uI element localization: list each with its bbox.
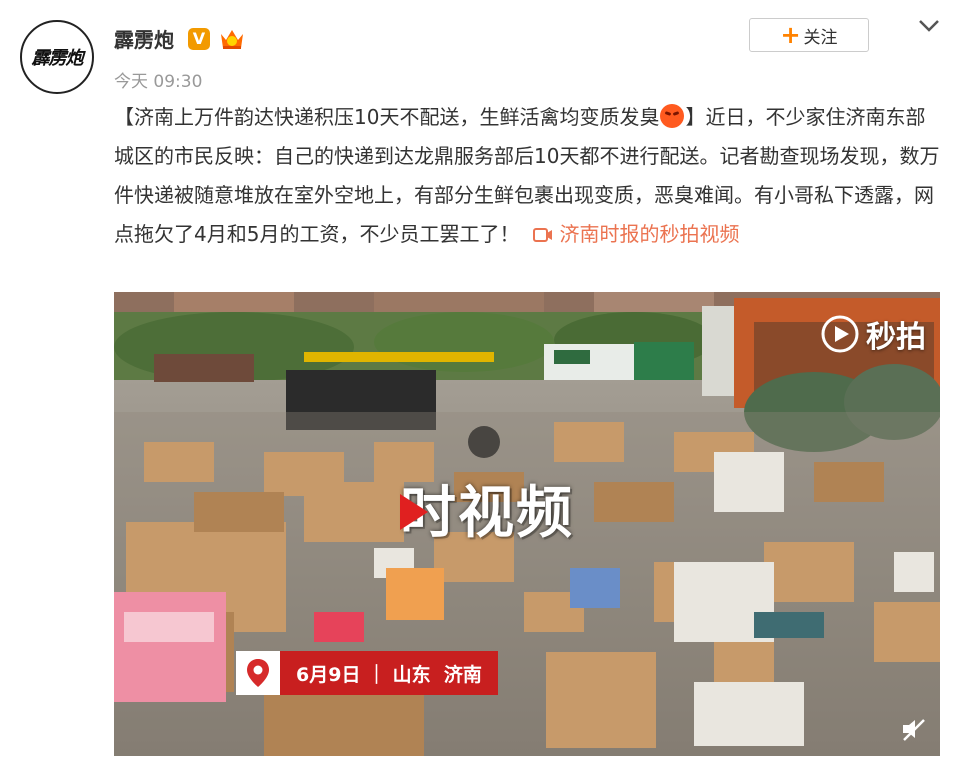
video-link-label: 济南时报的秒拍视频: [559, 222, 740, 246]
emoji-angry-icon: [660, 104, 685, 128]
camera-icon: [821, 315, 859, 353]
video-player[interactable]: 秒拍 时视频 6月9日 ｜ 山东 济南: [114, 292, 940, 756]
avatar[interactable]: 霹雳炮: [20, 20, 94, 94]
avatar-text: 霹雳炮: [31, 48, 84, 69]
location-pin-icon: [236, 651, 280, 695]
location-bar: 6月9日 ｜ 山东 济南: [236, 651, 498, 695]
post-text: 【济南上万件韵达快递积压10天不配送，生鲜活禽均变质发臭 】近日，不少家住济南东部…: [114, 98, 940, 254]
miaopai-label: 秒拍: [866, 320, 926, 355]
post-timestamp[interactable]: 今天 09:30: [114, 67, 202, 92]
post-text-part1: 【济南上万件韵达快递积压10天不配送，生鲜活禽均变质发臭: [114, 105, 660, 129]
miaopai-watermark: 秒拍: [820, 312, 926, 356]
mute-icon[interactable]: [900, 716, 926, 742]
video-link[interactable]: 济南时报的秒拍视频: [533, 222, 739, 246]
video-icon: [533, 228, 553, 242]
follow-button[interactable]: + 关注: [749, 18, 869, 52]
chevron-down-icon[interactable]: [917, 16, 941, 36]
member-icon: [221, 30, 243, 49]
plus-icon: +: [780, 21, 801, 49]
username[interactable]: 霹雳炮: [114, 24, 174, 53]
follow-label: 关注: [803, 27, 838, 48]
play-triangle-icon: [400, 494, 428, 530]
verified-badge: V: [188, 28, 210, 50]
location-label: 6月9日 ｜ 山东 济南: [280, 651, 498, 695]
